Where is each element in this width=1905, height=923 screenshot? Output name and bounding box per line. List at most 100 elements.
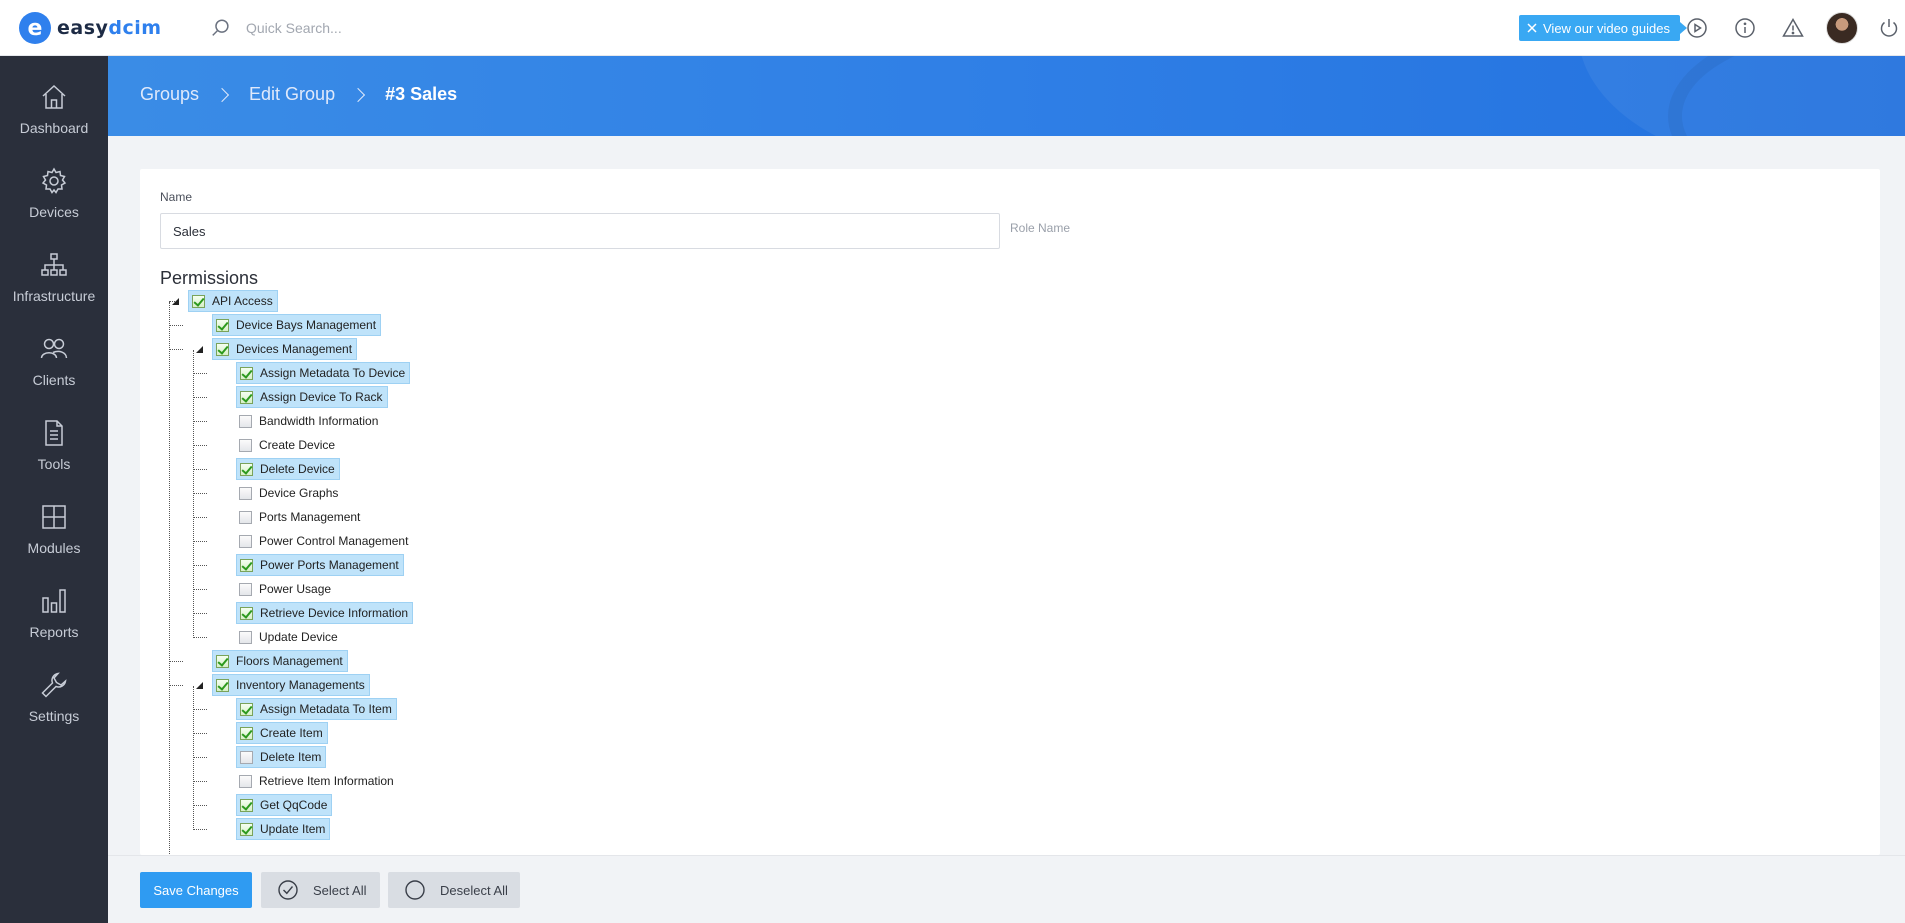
tree-node[interactable]: Assign Metadata To Device	[236, 362, 411, 384]
tree-node[interactable]: Delete Device	[236, 458, 340, 480]
sidebar-item-label: Reports	[29, 624, 79, 640]
logo[interactable]: e easydcim	[19, 12, 162, 44]
tree-node[interactable]: Ports Management	[236, 506, 364, 528]
sidebar-item-label: Tools	[37, 456, 71, 472]
sidebar-item-modules[interactable]: Modules	[0, 487, 108, 571]
tree-node-label: Delete Item	[260, 750, 322, 764]
permission-checkbox[interactable]	[239, 534, 252, 548]
form-footer: Save Changes Select All Deselect All	[108, 855, 1905, 923]
tree-node[interactable]: Update Device	[236, 626, 342, 648]
permission-checkbox[interactable]	[239, 582, 252, 596]
tree-node[interactable]: Update Item	[236, 818, 331, 840]
permission-checkbox[interactable]	[239, 414, 252, 428]
permission-checkbox[interactable]	[240, 366, 253, 380]
bar-chart-icon	[42, 589, 66, 613]
close-icon[interactable]	[1527, 23, 1537, 33]
sidebar-item-clients[interactable]: Clients	[0, 319, 108, 403]
tree-guide-line	[169, 302, 170, 855]
permission-checkbox[interactable]	[239, 630, 252, 644]
tree-node-label: Update Device	[259, 630, 338, 644]
breadcrumb-current: #3 Sales	[385, 84, 458, 104]
tree-connector	[193, 565, 207, 566]
header-decoration	[1668, 56, 1905, 136]
permission-checkbox[interactable]	[216, 654, 229, 668]
power-icon[interactable]	[1877, 16, 1901, 40]
permission-checkbox[interactable]	[216, 342, 229, 356]
permission-checkbox[interactable]	[240, 726, 253, 740]
sidebar-item-reports[interactable]: Reports	[0, 571, 108, 655]
video-guides-button[interactable]: View our video guides	[1519, 15, 1687, 41]
tree-node[interactable]: Device Graphs	[236, 482, 342, 504]
name-label: Name	[160, 190, 193, 204]
permission-checkbox[interactable]	[240, 702, 253, 716]
tree-connector	[193, 469, 207, 470]
breadcrumb-item-groups[interactable]: Groups	[140, 84, 199, 105]
logo-text: easydcim	[57, 17, 162, 39]
tree-node[interactable]: Bandwidth Information	[236, 410, 382, 432]
warning-icon[interactable]	[1781, 16, 1805, 40]
permission-checkbox[interactable]	[239, 438, 252, 452]
permission-checkbox[interactable]	[239, 774, 252, 788]
tree-collapse-icon[interactable]	[196, 346, 203, 353]
sidebar-item-devices[interactable]: Devices	[0, 151, 108, 235]
tree-node-label: Power Ports Management	[260, 558, 399, 572]
permission-checkbox[interactable]	[192, 294, 205, 308]
permission-checkbox[interactable]	[216, 678, 229, 692]
permission-checkbox[interactable]	[240, 462, 253, 476]
permission-checkbox[interactable]	[240, 390, 253, 404]
permission-checkbox[interactable]	[240, 558, 253, 572]
permission-checkbox[interactable]	[240, 606, 253, 620]
sidebar-item-label: Devices	[29, 204, 79, 220]
tree-node-label: Get QqCode	[260, 798, 328, 812]
tree-collapse-icon[interactable]	[172, 298, 179, 305]
tree-node[interactable]: Power Ports Management	[236, 554, 404, 576]
avatar[interactable]	[1826, 12, 1858, 44]
search-input[interactable]	[246, 16, 566, 40]
sidebar-item-infrastructure[interactable]: Infrastructure	[0, 235, 108, 319]
logo-mark-icon: e	[19, 12, 51, 44]
tree-connector	[193, 757, 207, 758]
tree-node[interactable]: Inventory Managements	[212, 674, 370, 696]
tree-connector	[169, 685, 183, 686]
tree-node-label: Inventory Managements	[236, 678, 365, 692]
tree-collapse-icon[interactable]	[196, 682, 203, 689]
tree-node[interactable]: Create Device	[236, 434, 339, 456]
tree-node[interactable]: Retrieve Device Information	[236, 602, 414, 624]
tree-node[interactable]: Power Usage	[236, 578, 335, 600]
info-icon[interactable]	[1733, 16, 1757, 40]
permission-checkbox[interactable]	[240, 822, 253, 836]
sidebar-item-settings[interactable]: Settings	[0, 655, 108, 739]
tree-node[interactable]: Retrieve Item Information	[236, 770, 398, 792]
permission-checkbox[interactable]	[240, 798, 253, 812]
tree-connector	[193, 709, 207, 710]
breadcrumb-item-edit-group[interactable]: Edit Group	[249, 84, 335, 105]
name-input[interactable]	[160, 213, 1000, 249]
search-icon[interactable]	[210, 17, 232, 39]
tree-node[interactable]: Power Control Management	[236, 530, 412, 552]
sidebar-item-dashboard[interactable]: Dashboard	[0, 67, 108, 151]
permission-checkbox[interactable]	[239, 510, 252, 524]
sidebar-item-tools[interactable]: Tools	[0, 403, 108, 487]
logo-text-prefix: easy	[57, 17, 109, 39]
tree-connector	[193, 637, 207, 638]
tree-node[interactable]: Create Item	[236, 722, 328, 744]
save-changes-button[interactable]: Save Changes	[140, 872, 252, 908]
permission-checkbox[interactable]	[240, 750, 253, 764]
deselect-all-button[interactable]: Deselect All	[388, 872, 520, 908]
sidebar-item-label: Modules	[27, 540, 81, 556]
permission-checkbox[interactable]	[239, 486, 252, 500]
play-icon[interactable]	[1685, 16, 1709, 40]
tree-node[interactable]: API Access	[188, 290, 278, 312]
breadcrumb: Groups Edit Group #3 Sales	[140, 84, 457, 105]
tree-node[interactable]: Devices Management	[212, 338, 358, 360]
tree-node[interactable]: Delete Item	[236, 746, 327, 768]
tree-node[interactable]: Get QqCode	[236, 794, 333, 816]
tree-node[interactable]: Assign Metadata To Item	[236, 698, 397, 720]
select-all-button[interactable]: Select All	[261, 872, 380, 908]
tree-connector	[193, 373, 207, 374]
tree-node[interactable]: Assign Device To Rack	[236, 386, 388, 408]
tree-node[interactable]: Device Bays Management	[212, 314, 382, 336]
tree-connector	[193, 397, 207, 398]
tree-node[interactable]: Floors Management	[212, 650, 348, 672]
permission-checkbox[interactable]	[216, 318, 229, 332]
